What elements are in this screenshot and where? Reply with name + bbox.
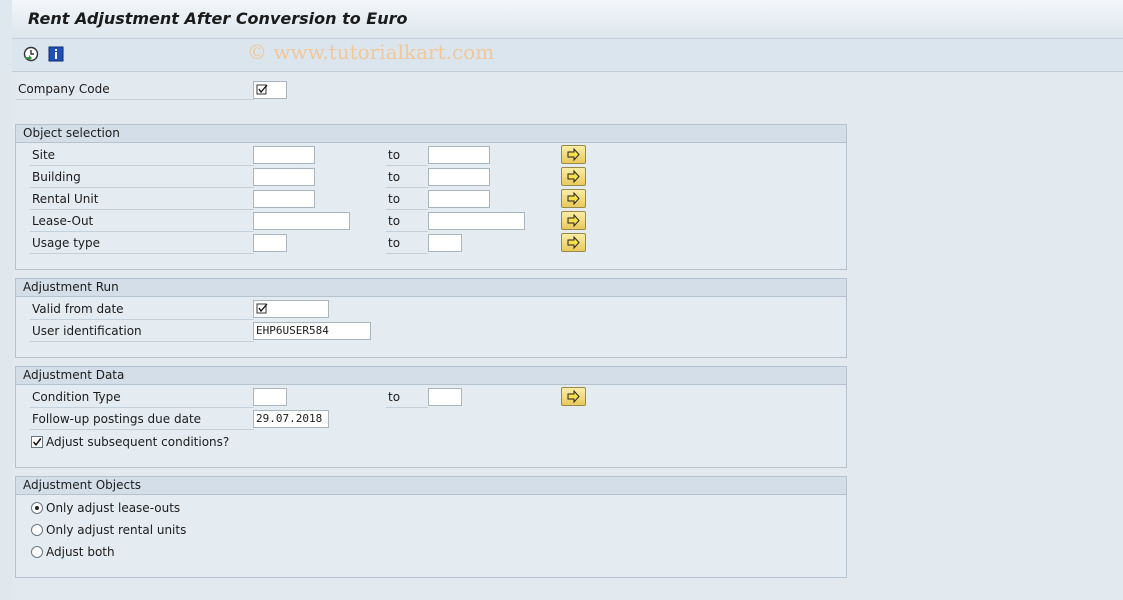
company-code-input[interactable] [253, 81, 287, 99]
rental-unit-to-label: to [386, 190, 428, 210]
site-label: Site [30, 146, 254, 166]
usage-type-multiple-selection-button[interactable] [561, 233, 586, 252]
rental-unit-to-input[interactable] [428, 190, 490, 208]
checkmark-icon [32, 438, 42, 446]
usage-type-label: Usage type [30, 234, 254, 254]
building-to-label: to [386, 168, 428, 188]
condition-type-label: Condition Type [30, 388, 254, 408]
application-toolbar: © www.tutorialkart.com [12, 39, 1123, 72]
lease-out-to-input[interactable] [428, 212, 525, 230]
condition-type-multiple-selection-button[interactable] [561, 387, 586, 406]
only-adjust-rental-units-radio[interactable] [31, 524, 43, 536]
building-multiple-selection-button[interactable] [561, 167, 586, 186]
execute-clock-icon[interactable] [23, 46, 39, 62]
lease-out-to-label: to [386, 212, 428, 232]
user-identification-label: User identification [30, 322, 254, 342]
only-adjust-lease-outs-label: Only adjust lease-outs [46, 501, 181, 515]
window-title: Rent Adjustment After Conversion to Euro [28, 9, 408, 28]
followup-postings-due-date-input[interactable]: 29.07.2018 [253, 410, 329, 428]
title-bar: Rent Adjustment After Conversion to Euro [12, 0, 1123, 39]
rental-unit-from-input[interactable] [253, 190, 315, 208]
arrow-right-icon [567, 169, 580, 184]
site-to-input[interactable] [428, 146, 490, 164]
rental-unit-multiple-selection-button[interactable] [561, 189, 586, 208]
condition-type-from-input[interactable] [253, 388, 287, 406]
adjust-subsequent-conditions-checkbox[interactable] [31, 436, 43, 448]
followup-postings-due-date-label: Follow-up postings due date [30, 410, 254, 430]
arrow-right-icon [567, 213, 580, 228]
site-to-label: to [386, 146, 428, 166]
site-from-input[interactable] [253, 146, 315, 164]
lease-out-multiple-selection-button[interactable] [561, 211, 586, 230]
watermark-text: © www.tutorialkart.com [247, 40, 495, 64]
lease-out-label: Lease-Out [30, 212, 254, 232]
arrow-right-icon [567, 147, 580, 162]
lease-out-from-input[interactable] [253, 212, 350, 230]
required-entry-icon [256, 303, 268, 314]
condition-type-to-label: to [386, 388, 428, 408]
rental-unit-label: Rental Unit [30, 190, 254, 210]
valid-from-date-input[interactable] [253, 300, 329, 318]
adjust-both-label: Adjust both [46, 545, 115, 559]
valid-from-date-label: Valid from date [30, 300, 254, 320]
adjustment-run-title: Adjustment Run [16, 279, 846, 297]
adjust-subsequent-conditions-label: Adjust subsequent conditions? [46, 435, 230, 449]
usage-type-to-label: to [386, 234, 428, 254]
building-from-input[interactable] [253, 168, 315, 186]
only-adjust-lease-outs-radio[interactable] [31, 502, 43, 514]
adjustment-data-title: Adjustment Data [16, 367, 846, 385]
building-to-input[interactable] [428, 168, 490, 186]
required-entry-icon [256, 84, 268, 95]
usage-type-from-input[interactable] [253, 234, 287, 252]
company-code-label: Company Code [16, 80, 254, 100]
condition-type-to-input[interactable] [428, 388, 462, 406]
building-label: Building [30, 168, 254, 188]
only-adjust-rental-units-label: Only adjust rental units [46, 523, 187, 537]
arrow-right-icon [567, 235, 580, 250]
adjustment-objects-title: Adjustment Objects [16, 477, 846, 495]
user-identification-input[interactable]: EHP6USER584 [253, 322, 371, 340]
usage-type-to-input[interactable] [428, 234, 462, 252]
object-selection-title: Object selection [16, 125, 846, 143]
arrow-right-icon [567, 389, 580, 404]
adjust-both-radio[interactable] [31, 546, 43, 558]
arrow-right-icon [567, 191, 580, 206]
info-icon[interactable] [48, 46, 64, 62]
site-multiple-selection-button[interactable] [561, 145, 586, 164]
